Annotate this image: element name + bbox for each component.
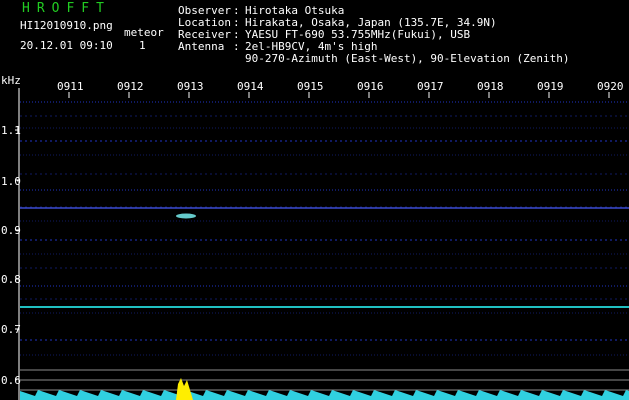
noise-floor-strip (20, 390, 629, 400)
meteor-echo (176, 213, 196, 219)
meteor-peak (176, 378, 193, 400)
spectrogram-plot (15, 88, 629, 400)
